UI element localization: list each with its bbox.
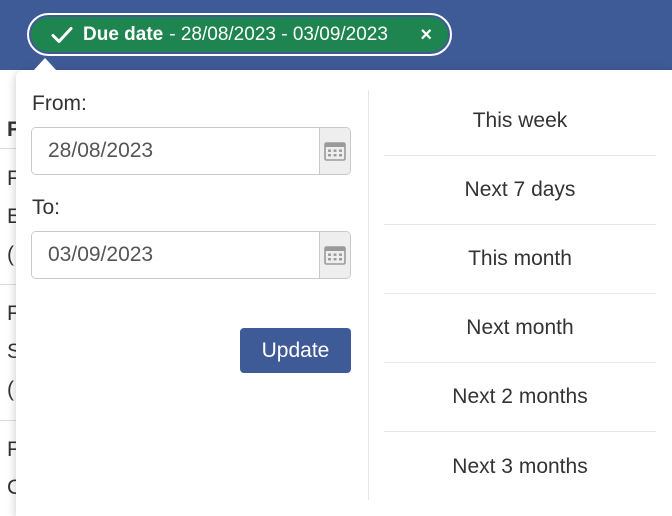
preset-list: This week Next 7 days This month Next mo… [384,87,656,501]
due-date-filter-chip[interactable]: Due date - 28/08/2023 - 03/09/2023 × [27,13,452,56]
chip-label: Due date [83,23,164,45]
preset-this-month[interactable]: This month [384,225,656,294]
vertical-divider [368,90,369,500]
bg-divider [0,420,16,421]
bg-divider [0,148,16,149]
preset-next-2-months[interactable]: Next 2 months [384,363,656,432]
to-calendar-button[interactable] [319,232,350,278]
from-label: From: [32,92,87,115]
popover-caret [33,58,57,71]
from-date-group [31,127,351,175]
preset-next-7-days[interactable]: Next 7 days [384,156,656,225]
preset-this-week[interactable]: This week [384,87,656,156]
preset-next-3-months[interactable]: Next 3 months [384,432,656,501]
to-date-group [31,231,351,279]
bg-divider [0,284,16,285]
calendar-icon [324,246,346,265]
background-table-edge: F F E ( F S ( F C [0,70,22,516]
bg-text: ( [7,378,14,401]
check-icon [51,25,75,45]
preset-next-month[interactable]: Next month [384,294,656,363]
chip-body: Due date - 28/08/2023 - 03/09/2023 × [31,17,448,52]
to-label: To: [32,196,61,219]
update-button[interactable]: Update [240,328,351,373]
from-date-input[interactable] [32,128,319,174]
from-calendar-button[interactable] [319,128,350,174]
calendar-icon [324,142,346,161]
to-date-input[interactable] [32,232,319,278]
chip-date-range: - 28/08/2023 - 03/09/2023 [169,23,388,45]
bg-text: ( [7,243,14,266]
close-icon[interactable]: × [420,25,432,45]
page: F F E ( F S ( F C Due date - 28/08/2023 … [0,0,672,516]
